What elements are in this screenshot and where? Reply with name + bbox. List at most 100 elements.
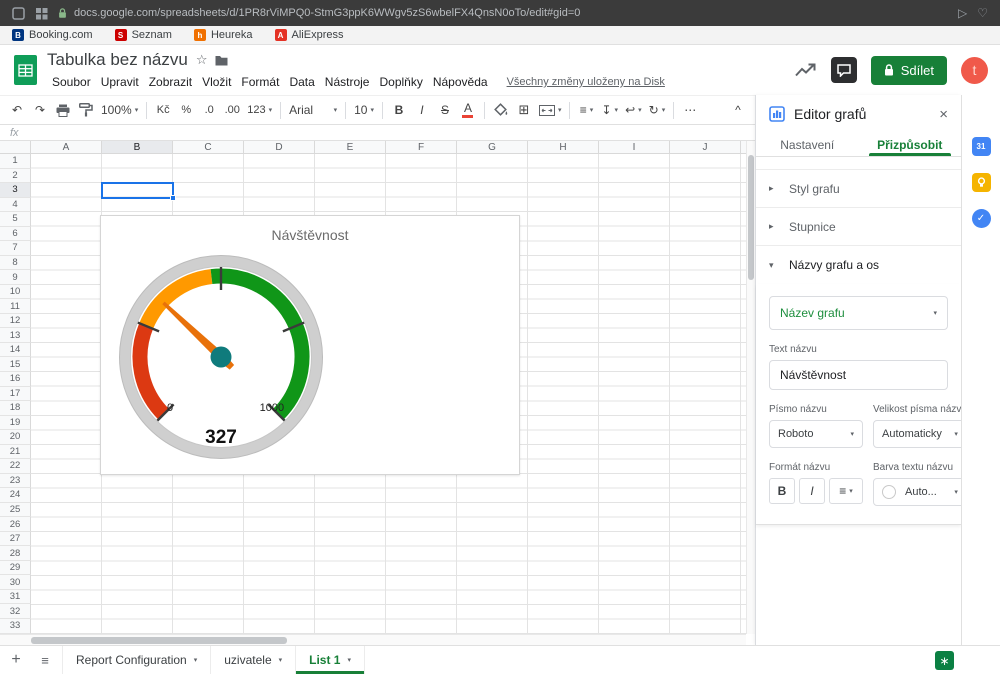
paint-format-button[interactable]: [75, 99, 97, 121]
row-header-5[interactable]: 5: [0, 212, 31, 227]
row-header-28[interactable]: 28: [0, 546, 31, 561]
column-header-E[interactable]: E: [315, 141, 386, 154]
column-header-J[interactable]: J: [670, 141, 741, 154]
row-header-17[interactable]: 17: [0, 387, 31, 402]
add-sheet-button[interactable]: +: [0, 651, 32, 669]
format-percent-button[interactable]: %: [175, 99, 197, 121]
row-header-32[interactable]: 32: [0, 604, 31, 619]
font-select[interactable]: Arial ▾: [286, 99, 340, 121]
sheets-logo-icon[interactable]: [14, 55, 37, 85]
text-rotate-button[interactable]: ↻ ▾: [646, 99, 669, 121]
close-icon[interactable]: ×: [939, 106, 948, 123]
column-header-C[interactable]: C: [173, 141, 244, 154]
row-header-20[interactable]: 20: [0, 430, 31, 445]
bookmark-3[interactable]: AAliExpress: [275, 29, 344, 41]
row-header-31[interactable]: 31: [0, 590, 31, 605]
sheet-tab-menu-icon[interactable]: ▾: [279, 656, 283, 664]
row-header-18[interactable]: 18: [0, 401, 31, 416]
column-header-B[interactable]: B: [102, 141, 173, 154]
print-button[interactable]: [52, 99, 74, 121]
section-chart-style[interactable]: ▸ Styl grafu: [756, 170, 961, 208]
fill-color-button[interactable]: [490, 99, 512, 121]
all-sheets-button[interactable]: ≡: [32, 653, 58, 668]
bookmark-2[interactable]: hHeureka: [194, 29, 253, 41]
section-chart-axis-titles[interactable]: ▾ Názvy grafu a os: [756, 246, 961, 284]
sheet-tab-0[interactable]: Report Configuration▾: [63, 646, 211, 674]
title-color-select[interactable]: Auto... ▾: [873, 478, 967, 506]
row-header-12[interactable]: 12: [0, 314, 31, 329]
share-button[interactable]: Sdílet: [871, 56, 947, 85]
menu-item-2[interactable]: Zobrazit: [144, 73, 197, 91]
explore-button[interactable]: ∗: [935, 651, 954, 670]
decrease-decimals-button[interactable]: .0: [198, 99, 220, 121]
vertical-scrollbar[interactable]: [746, 141, 755, 634]
sheet-tab-menu-icon[interactable]: ▾: [194, 656, 198, 664]
row-header-15[interactable]: 15: [0, 357, 31, 372]
send-icon[interactable]: ▷: [958, 6, 967, 20]
vertical-scrollbar-thumb[interactable]: [748, 155, 754, 280]
row-header-22[interactable]: 22: [0, 459, 31, 474]
menu-item-8[interactable]: Nápověda: [428, 73, 493, 91]
saved-status-link[interactable]: Všechny změny uloženy na Disk: [507, 76, 665, 88]
bookmark-0[interactable]: BBooking.com: [12, 29, 93, 41]
sheet-tab-2[interactable]: List 1▾: [296, 646, 365, 674]
formula-input[interactable]: [29, 125, 755, 140]
bold-button[interactable]: B: [388, 99, 410, 121]
url-text[interactable]: docs.google.com/spreadsheets/d/1PR8rViMP…: [74, 7, 580, 19]
row-header-30[interactable]: 30: [0, 575, 31, 590]
row-header-8[interactable]: 8: [0, 256, 31, 271]
apps-grid-icon[interactable]: [35, 7, 48, 20]
title-bold-button[interactable]: B: [769, 478, 795, 504]
row-header-3[interactable]: 3: [0, 183, 31, 198]
menu-item-6[interactable]: Nástroje: [320, 73, 375, 91]
italic-button[interactable]: I: [411, 99, 433, 121]
fill-handle[interactable]: [170, 195, 176, 201]
menu-item-0[interactable]: Soubor: [47, 73, 96, 91]
address-bar[interactable]: docs.google.com/spreadsheets/d/1PR8rViMP…: [58, 7, 948, 19]
redo-button[interactable]: ↷: [29, 99, 51, 121]
more-toolbar-button[interactable]: ⋯: [679, 99, 701, 121]
sheet-tab-menu-icon[interactable]: ▾: [347, 656, 351, 664]
insights-icon[interactable]: [795, 63, 817, 77]
avatar[interactable]: t: [961, 57, 988, 84]
column-header-G[interactable]: G: [457, 141, 528, 154]
zoom-select[interactable]: 100% ▾: [98, 99, 141, 121]
row-header-23[interactable]: 23: [0, 474, 31, 489]
borders-button[interactable]: ⊞: [513, 99, 535, 121]
tab-customize[interactable]: Přizpůsobit: [859, 133, 962, 156]
row-header-33[interactable]: 33: [0, 619, 31, 634]
row-header-24[interactable]: 24: [0, 488, 31, 503]
font-size-select[interactable]: 10 ▾: [351, 99, 377, 121]
text-color-button[interactable]: A: [457, 99, 479, 121]
sheet-tab-1[interactable]: uzivatele▾: [211, 646, 296, 674]
strikethrough-button[interactable]: S: [434, 99, 456, 121]
menu-item-4[interactable]: Formát: [236, 73, 284, 91]
horizontal-scrollbar[interactable]: [0, 634, 746, 645]
tasks-icon[interactable]: ✓: [972, 209, 991, 228]
row-header-16[interactable]: 16: [0, 372, 31, 387]
row-header-29[interactable]: 29: [0, 561, 31, 576]
folder-icon[interactable]: [215, 55, 228, 66]
merge-cells-button[interactable]: ▾: [536, 99, 565, 121]
row-header-25[interactable]: 25: [0, 503, 31, 518]
row-header-19[interactable]: 19: [0, 416, 31, 431]
keep-icon[interactable]: [972, 173, 991, 192]
row-header-14[interactable]: 14: [0, 343, 31, 358]
more-formats-button[interactable]: 123 ▾: [244, 99, 275, 121]
comment-button[interactable]: [831, 57, 857, 83]
row-header-13[interactable]: 13: [0, 328, 31, 343]
row-header-10[interactable]: 10: [0, 285, 31, 300]
column-header-H[interactable]: H: [528, 141, 599, 154]
column-header-I[interactable]: I: [599, 141, 670, 154]
row-header-7[interactable]: 7: [0, 241, 31, 256]
document-title[interactable]: Tabulka bez názvu: [47, 50, 188, 70]
title-align-button[interactable]: ≡ ▾: [829, 478, 863, 504]
star-icon[interactable]: ☆: [196, 52, 208, 68]
format-currency-button[interactable]: Kč: [152, 99, 174, 121]
select-all-corner[interactable]: [0, 141, 31, 154]
row-header-11[interactable]: 11: [0, 299, 31, 314]
tab-setup[interactable]: Nastavení: [756, 133, 859, 156]
column-header-A[interactable]: A: [31, 141, 102, 154]
menu-item-5[interactable]: Data: [284, 73, 319, 91]
undo-button[interactable]: ↶: [6, 99, 28, 121]
